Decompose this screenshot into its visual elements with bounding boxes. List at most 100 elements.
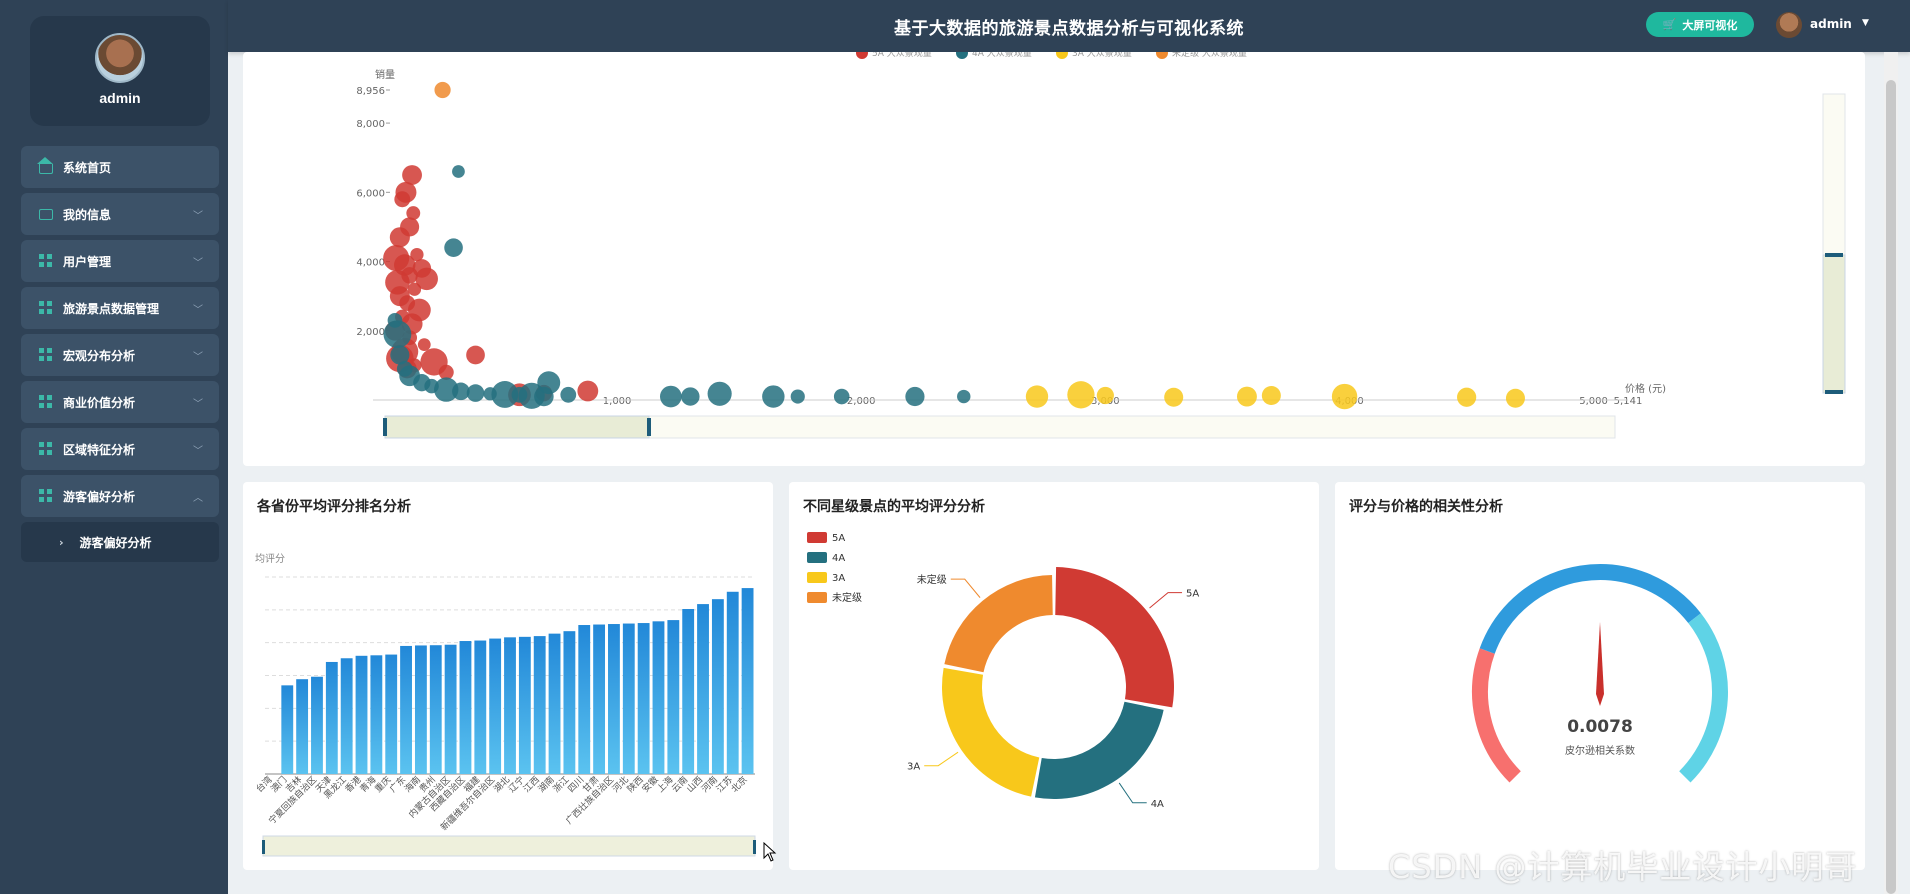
bar[interactable] bbox=[311, 676, 323, 774]
scatter-point[interactable] bbox=[466, 384, 485, 402]
bar-datazoom-handle-left[interactable] bbox=[262, 840, 265, 854]
bar[interactable] bbox=[637, 623, 650, 774]
legend-marker[interactable] bbox=[807, 552, 827, 563]
scatter-point[interactable] bbox=[1164, 387, 1184, 407]
scatter-point[interactable] bbox=[1067, 381, 1095, 409]
sidebar-item-visitor-preference[interactable]: 游客偏好分析 ︿ bbox=[21, 475, 219, 517]
scatter-point[interactable] bbox=[1025, 385, 1049, 408]
legend-marker[interactable] bbox=[807, 592, 827, 603]
scatter-point[interactable] bbox=[762, 385, 785, 408]
sidebar-item-home[interactable]: 系统首页 bbox=[21, 146, 219, 188]
bar[interactable] bbox=[593, 624, 606, 774]
scatter-point[interactable] bbox=[1331, 383, 1358, 410]
scatter-point[interactable] bbox=[560, 386, 577, 403]
bar[interactable] bbox=[563, 631, 576, 774]
bar[interactable] bbox=[726, 591, 739, 774]
donut-slice[interactable] bbox=[1034, 701, 1164, 799]
legend-marker[interactable] bbox=[856, 47, 868, 59]
scatter-point[interactable] bbox=[407, 282, 422, 296]
legend-marker[interactable] bbox=[1056, 47, 1068, 59]
bar[interactable] bbox=[489, 638, 502, 774]
legend-label[interactable]: 5A bbox=[832, 533, 845, 544]
scatter-point[interactable] bbox=[1505, 388, 1525, 408]
donut-slice[interactable] bbox=[942, 667, 1040, 797]
bar-datazoom-track[interactable] bbox=[262, 835, 756, 857]
bar[interactable] bbox=[400, 645, 412, 774]
page-scrollbar-thumb[interactable] bbox=[1886, 80, 1896, 894]
scatter-point[interactable] bbox=[417, 338, 431, 352]
sidebar-item-user-management[interactable]: 用户管理 ﹀ bbox=[21, 240, 219, 282]
bar-datazoom-handle-right[interactable] bbox=[753, 840, 756, 854]
scatter-point[interactable] bbox=[790, 389, 805, 404]
avatar[interactable] bbox=[1776, 12, 1802, 38]
scatter-point[interactable] bbox=[659, 385, 682, 408]
bar[interactable] bbox=[281, 685, 294, 774]
bar[interactable] bbox=[652, 621, 665, 774]
legend-label[interactable]: 未定级 bbox=[832, 591, 862, 604]
scatter-point[interactable] bbox=[833, 388, 850, 405]
bar[interactable] bbox=[504, 637, 516, 774]
bar[interactable] bbox=[459, 641, 472, 774]
caret-down-icon[interactable]: ▼ bbox=[1862, 18, 1869, 28]
bar[interactable] bbox=[608, 624, 620, 774]
bar[interactable] bbox=[414, 645, 427, 774]
scatter-point[interactable] bbox=[1236, 386, 1257, 407]
legend-marker[interactable] bbox=[807, 572, 827, 583]
bar[interactable] bbox=[533, 636, 546, 774]
scatter-point[interactable] bbox=[957, 389, 971, 404]
legend-label[interactable]: 4A bbox=[832, 553, 845, 564]
x-datazoom-handle-right[interactable] bbox=[647, 418, 651, 436]
bar[interactable] bbox=[622, 623, 635, 774]
scatter-point[interactable] bbox=[577, 380, 599, 402]
y-datazoom-handle-bottom[interactable] bbox=[1825, 390, 1843, 394]
bar[interactable] bbox=[667, 620, 680, 774]
sidebar-item-regional-features[interactable]: 区域特征分析 ﹀ bbox=[21, 428, 219, 470]
bar[interactable] bbox=[296, 679, 309, 774]
bar[interactable] bbox=[340, 658, 353, 774]
scatter-point[interactable] bbox=[452, 165, 465, 178]
bar[interactable] bbox=[325, 661, 338, 774]
legend-label[interactable]: 3A 大众景观量 bbox=[1072, 47, 1132, 59]
scatter-point[interactable] bbox=[434, 81, 451, 99]
x-datazoom-window[interactable] bbox=[384, 415, 650, 439]
bar[interactable] bbox=[697, 604, 709, 774]
sidebar-item-business-value[interactable]: 商业价值分析 ﹀ bbox=[21, 381, 219, 423]
scatter-point[interactable] bbox=[389, 227, 410, 248]
bigscreen-button[interactable]: 🛒 大屏可视化 bbox=[1646, 12, 1754, 37]
scatter-point[interactable] bbox=[1261, 385, 1281, 406]
bar[interactable] bbox=[385, 654, 398, 774]
legend-marker[interactable] bbox=[807, 532, 827, 543]
donut-slice[interactable] bbox=[944, 575, 1053, 673]
avatar[interactable] bbox=[95, 33, 145, 83]
scatter-point[interactable] bbox=[537, 371, 561, 395]
y-datazoom-window[interactable] bbox=[1822, 254, 1846, 394]
bar[interactable] bbox=[355, 655, 368, 774]
y-datazoom-handle-top[interactable] bbox=[1825, 253, 1843, 257]
scatter-point[interactable] bbox=[466, 345, 485, 365]
legend-marker[interactable] bbox=[956, 47, 968, 59]
scatter-point[interactable] bbox=[444, 238, 463, 257]
x-datazoom-handle-left[interactable] bbox=[383, 418, 387, 436]
donut-slice[interactable] bbox=[1055, 567, 1174, 708]
bar[interactable] bbox=[548, 633, 561, 774]
header-username[interactable]: admin bbox=[1810, 17, 1852, 31]
scatter-point[interactable] bbox=[1096, 386, 1114, 405]
scatter-point[interactable] bbox=[1457, 387, 1477, 407]
legend-label[interactable]: 5A 大众景观量 bbox=[872, 47, 932, 59]
sidebar-item-my-info[interactable]: 我的信息 ﹀ bbox=[21, 193, 219, 235]
legend-label[interactable]: 3A bbox=[832, 573, 845, 584]
scatter-point[interactable] bbox=[707, 381, 732, 406]
bar[interactable] bbox=[711, 599, 724, 774]
sidebar-item-macro-distribution[interactable]: 宏观分布分析 ﹀ bbox=[21, 334, 219, 376]
legend-marker[interactable] bbox=[1156, 47, 1168, 59]
scatter-point[interactable] bbox=[394, 191, 411, 208]
bar[interactable] bbox=[518, 636, 531, 774]
legend-label[interactable]: 4A 大众景观量 bbox=[972, 47, 1032, 59]
scatter-point[interactable] bbox=[383, 320, 412, 349]
bar[interactable] bbox=[370, 655, 383, 774]
sidebar-subitem-visitor-preference[interactable]: › 游客偏好分析 bbox=[21, 522, 219, 562]
bar[interactable] bbox=[578, 625, 591, 774]
scatter-point[interactable] bbox=[681, 387, 700, 406]
scatter-point[interactable] bbox=[905, 386, 925, 407]
bar[interactable] bbox=[682, 609, 695, 774]
